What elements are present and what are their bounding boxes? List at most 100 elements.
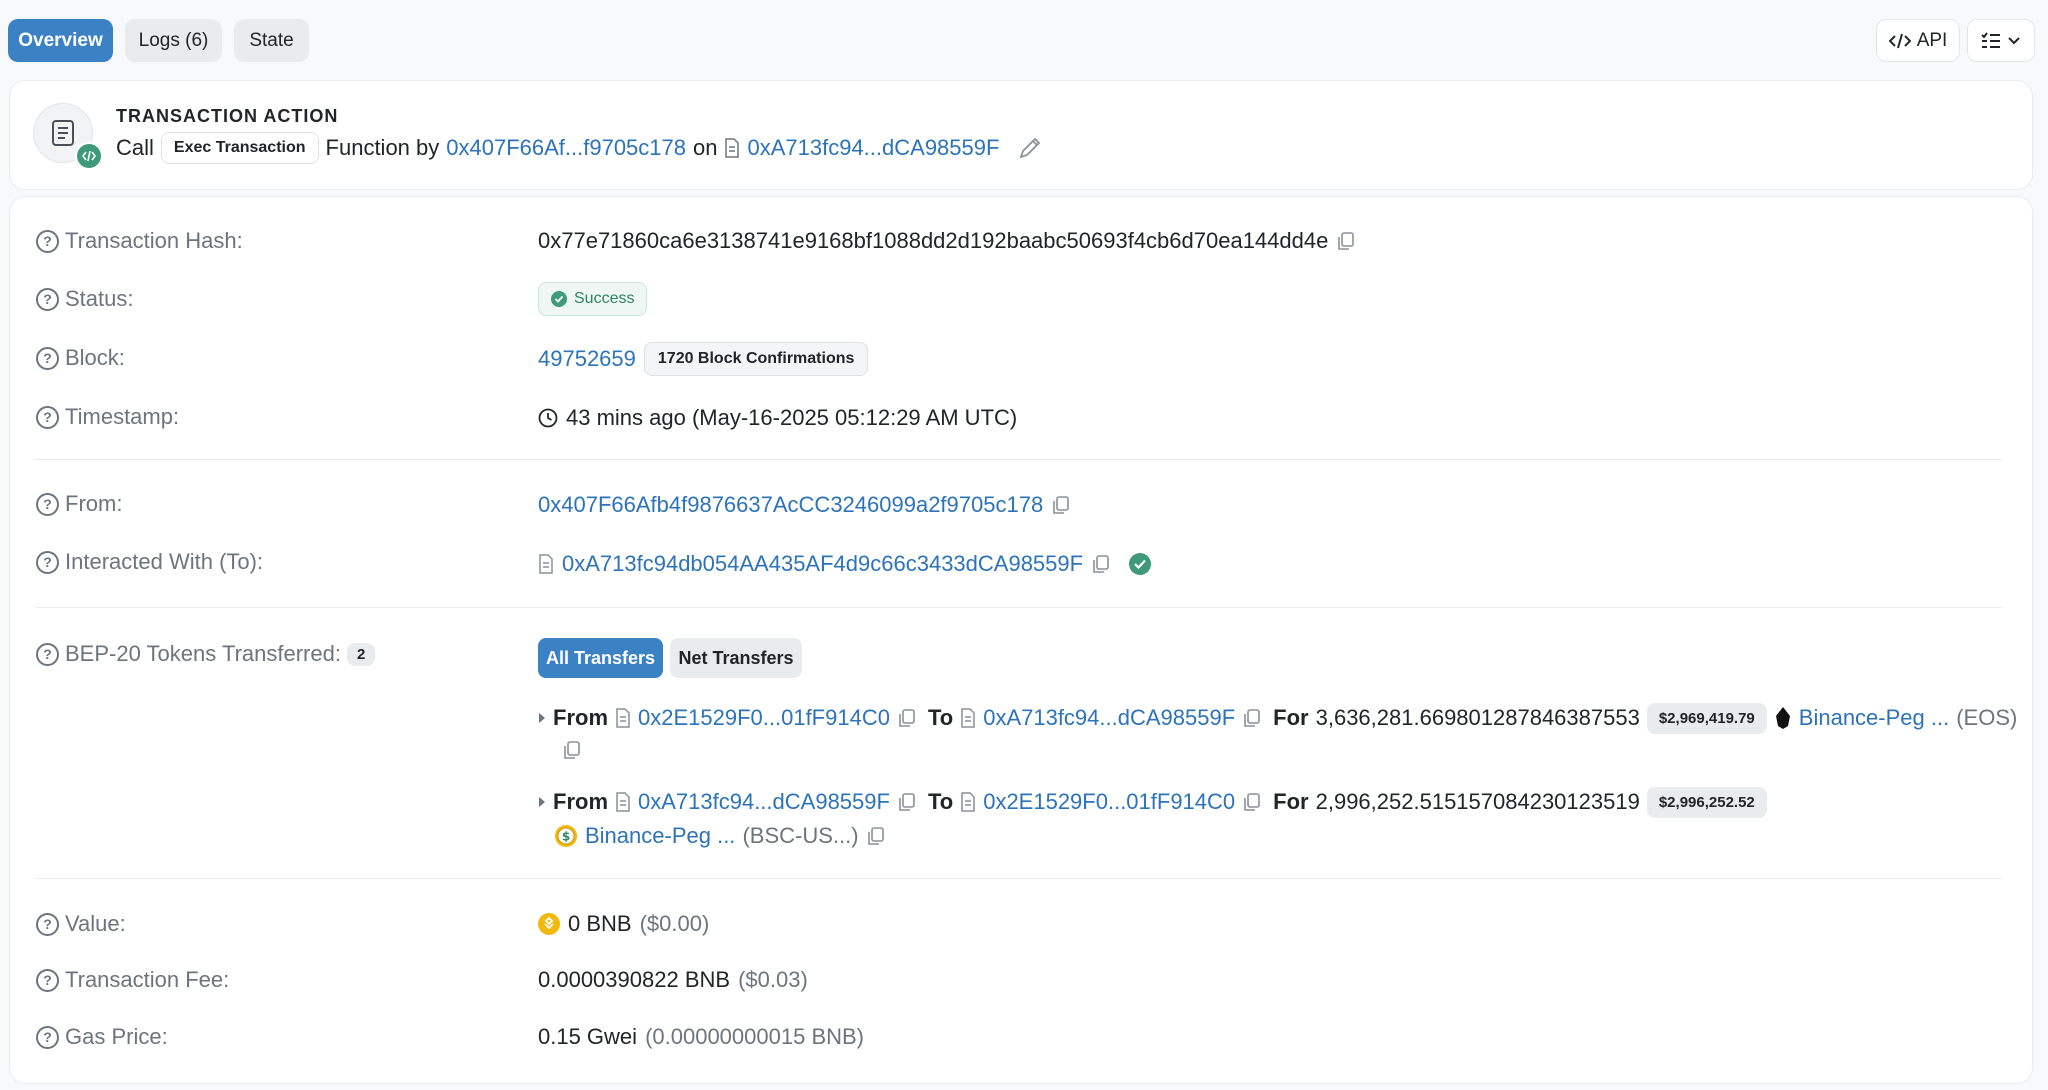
transfer-from-link[interactable]: 0x2E1529F0...01fF914C0 (638, 705, 890, 731)
status-text: Success (574, 290, 635, 307)
transaction-action-title: TRANSACTION ACTION (116, 106, 339, 126)
timestamp-value-row: 43 mins ago (May-16-2025 05:12:29 AM UTC… (538, 402, 1017, 434)
check-circle-icon (551, 291, 567, 307)
list-icon (1981, 31, 2000, 48)
caller-address-link[interactable]: 0x407F66Af...f9705c178 (446, 135, 686, 161)
tokens-count-badge: 2 (346, 642, 376, 666)
transfer-to-link[interactable]: 0x2E1529F0...01fF914C0 (983, 789, 1235, 815)
document-icon (539, 554, 553, 574)
tab-logs[interactable]: Logs (6) (125, 19, 222, 62)
tab-overview[interactable]: Overview (8, 19, 113, 62)
document-icon (616, 792, 630, 812)
copy-icon[interactable] (1091, 554, 1111, 574)
api-button[interactable]: API (1876, 19, 1960, 62)
gas-label: Gas Price: (65, 1024, 168, 1049)
tokens-label-row: ? BEP-20 Tokens Transferred: 2 (36, 639, 376, 669)
method-chip: Exec Transaction (160, 132, 319, 164)
transfer-row: From 0x2E1529F0...01fF914C0 To 0xA713fc9… (538, 702, 2017, 734)
transfer-to-label: To (927, 789, 954, 814)
status-badge: Success (538, 282, 648, 316)
svg-text:$: $ (562, 830, 570, 844)
fee-amount: 0.0000390822 BNB (538, 967, 731, 992)
block-label: Block: (65, 345, 125, 370)
transfer-for-label: For (1273, 789, 1309, 814)
block-number-link[interactable]: 49752659 (538, 346, 636, 372)
document-icon (616, 708, 630, 728)
transfer-to-link[interactable]: 0xA713fc94...dCA98559F (983, 705, 1235, 731)
bnb-icon (538, 913, 560, 935)
action-call-label: Call (116, 135, 154, 160)
all-transfers-button[interactable]: All Transfers (538, 638, 663, 678)
transfer-token-link[interactable]: Binance-Peg ... (1799, 705, 1949, 731)
timestamp-label: Timestamp: (65, 404, 180, 429)
on-label: on (693, 135, 718, 160)
status-label-row: ? Status: (36, 284, 133, 314)
transfer-from-label: From (553, 789, 608, 814)
from-value-row: 0x407F66Afb4f9876637AcCC3246099a2f9705c1… (538, 489, 1071, 521)
copy-icon[interactable] (1242, 792, 1262, 812)
status-value-row: Success (538, 282, 648, 316)
status-label: Status: (65, 286, 134, 311)
fee-label: Transaction Fee: (65, 967, 230, 992)
pencil-icon[interactable] (1018, 136, 1042, 160)
copy-icon[interactable] (1051, 495, 1071, 515)
question-circle-icon: ? (36, 968, 59, 992)
value-value-row: 0 BNB ($0.00) (538, 908, 709, 940)
question-circle-icon: ? (36, 405, 59, 429)
caret-right-icon[interactable] (538, 712, 546, 724)
caret-right-icon[interactable] (538, 796, 546, 808)
view-options-button[interactable] (1967, 19, 2035, 62)
transfer-from-label: From (553, 705, 608, 730)
to-address-link[interactable]: 0xA713fc94db054AA435AF4d9c66c3433dCA9855… (562, 551, 1083, 577)
transaction-hash: 0x77e71860ca6e3138741e9168bf1088dd2d192b… (538, 228, 1329, 253)
gas-detail: (0.00000000015 BNB) (645, 1024, 864, 1049)
from-label: From: (65, 491, 123, 516)
timestamp-label-row: ? Timestamp: (36, 402, 179, 432)
copy-icon[interactable] (1242, 708, 1262, 728)
question-circle-icon: ? (36, 912, 59, 936)
block-label-row: ? Block: (36, 343, 125, 373)
copy-icon[interactable] (1336, 231, 1356, 251)
transfer-from-link[interactable]: 0xA713fc94...dCA98559F (638, 789, 890, 815)
value-usd: ($0.00) (639, 911, 710, 936)
divider (36, 878, 2002, 879)
from-address-link[interactable]: 0x407F66Afb4f9876637AcCC3246099a2f9705c1… (538, 492, 1043, 518)
code-icon (75, 142, 103, 170)
code-icon (1888, 33, 1911, 48)
api-label: API (1916, 29, 1948, 51)
to-label: Interacted With (To): (65, 549, 264, 574)
check-circle-icon (1129, 553, 1152, 575)
transfer-token-symbol: (EOS) (1956, 705, 2018, 730)
tab-state[interactable]: State (234, 19, 309, 62)
transaction-action-line: Call Exec Transaction Function by 0x407F… (116, 132, 1042, 164)
question-circle-icon: ? (36, 346, 59, 370)
eos-token-icon (1775, 707, 1790, 729)
hash-value-row: 0x77e71860ca6e3138741e9168bf1088dd2d192b… (538, 225, 1356, 257)
gas-label-row: ? Gas Price: (36, 1022, 168, 1052)
question-circle-icon: ? (36, 492, 59, 516)
gas-value-row: 0.15 Gwei (0.00000000015 BNB) (538, 1021, 864, 1053)
contract-address-link[interactable]: 0xA713fc94...dCA98559F (747, 135, 999, 161)
value-label: Value: (65, 911, 126, 936)
hash-label-row: ? Transaction Hash: (36, 226, 243, 256)
function-by-label: Function by (325, 135, 440, 160)
copy-icon[interactable] (562, 740, 582, 760)
hash-label: Transaction Hash: (65, 228, 243, 253)
question-circle-icon: ? (36, 287, 59, 311)
question-circle-icon: ? (36, 229, 59, 253)
question-circle-icon: ? (36, 550, 59, 574)
document-icon (961, 792, 975, 812)
transfer-for-label: For (1273, 705, 1309, 730)
net-transfers-button[interactable]: Net Transfers (670, 638, 802, 678)
copy-icon[interactable] (897, 708, 917, 728)
gas-amount: 0.15 Gwei (538, 1024, 638, 1049)
copy-icon[interactable] (897, 792, 917, 812)
divider (36, 459, 2002, 460)
fee-usd: ($0.03) (738, 967, 808, 992)
confirmations-badge: 1720 Block Confirmations (643, 342, 869, 376)
block-value-row: 49752659 1720 Block Confirmations (538, 342, 869, 376)
to-label-row: ? Interacted With (To): (36, 547, 263, 577)
bsc-usd-token-icon: $ (555, 825, 577, 847)
transfer-token-link[interactable]: Binance-Peg ... (585, 823, 735, 849)
copy-icon[interactable] (866, 826, 886, 846)
